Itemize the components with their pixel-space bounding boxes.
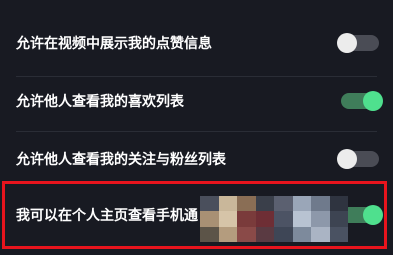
setting-label-like-info: 允许在视频中展示我的点赞信息 (16, 36, 212, 52)
setting-label-favorites-list: 允许他人查看我的喜欢列表 (16, 94, 184, 110)
toggle-knob (363, 91, 383, 111)
setting-row-favorites-list[interactable]: 允许他人查看我的喜欢列表 (0, 76, 393, 126)
highlight-box (2, 181, 387, 249)
setting-row-like-info[interactable]: 允许在视频中展示我的点赞信息 (0, 18, 393, 68)
toggle-knob (337, 149, 357, 169)
favorites-list-toggle[interactable] (341, 91, 383, 111)
setting-label-following-list: 允许他人查看我的关注与粉丝列表 (16, 152, 226, 168)
following-list-toggle[interactable] (337, 149, 379, 169)
divider (16, 131, 377, 132)
setting-row-following-list[interactable]: 允许他人查看我的关注与粉丝列表 (0, 134, 393, 184)
like-info-toggle[interactable] (337, 33, 379, 53)
toggle-knob (337, 33, 357, 53)
